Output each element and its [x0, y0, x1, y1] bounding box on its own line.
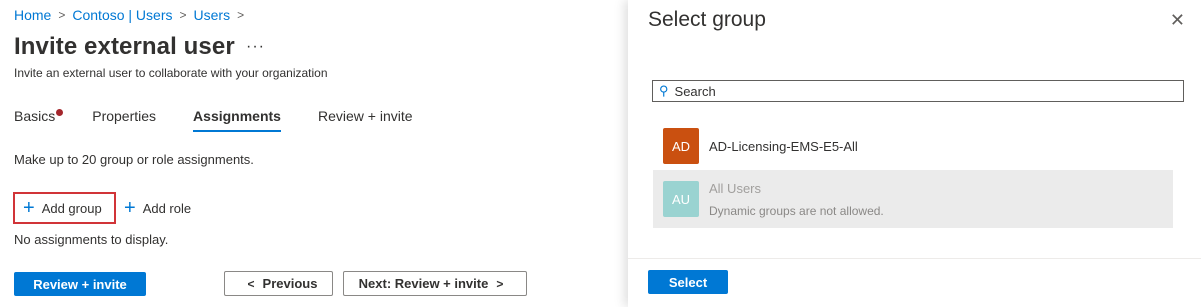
tab-basics[interactable]: Basics — [14, 108, 64, 132]
search-input[interactable]: ⚲ Search — [652, 80, 1184, 102]
chevron-left-icon: < — [247, 276, 255, 291]
plus-icon: + — [124, 197, 136, 219]
breadcrumb-contoso-users[interactable]: Contoso | Users — [72, 7, 172, 23]
tab-assignments-label: Assignments — [193, 108, 281, 124]
page-title: Invite external user — [14, 33, 235, 60]
select-group-panel: Select group ✕ ⚲ Search AD AD-Licensing-… — [628, 0, 1201, 307]
chevron-right-icon: > — [179, 8, 187, 22]
tab-review-invite[interactable]: Review + invite — [318, 108, 413, 132]
breadcrumb: Home > Contoso | Users > Users > — [14, 7, 251, 23]
avatar: AD — [663, 128, 699, 164]
group-row-all-users: AU All Users Dynamic groups are not allo… — [653, 170, 1173, 228]
invite-page: Home > Contoso | Users > Users > Invite … — [0, 0, 628, 307]
more-options-button[interactable]: ··· — [246, 38, 265, 56]
close-icon[interactable]: ✕ — [1170, 10, 1185, 31]
add-role-button[interactable]: + Add role — [124, 192, 191, 224]
group-name: AD-Licensing-EMS-E5-All — [709, 138, 858, 154]
search-placeholder: Search — [674, 83, 716, 99]
previous-label: Previous — [262, 276, 318, 291]
tab-review-invite-label: Review + invite — [317, 108, 413, 124]
error-dot-icon — [56, 109, 64, 116]
avatar: AU — [663, 181, 699, 217]
add-role-label: Add role — [142, 200, 192, 216]
select-button[interactable]: Select — [648, 270, 728, 294]
tab-assignments[interactable]: Assignments — [193, 108, 281, 132]
chevron-right-icon: > — [237, 8, 245, 22]
tab-properties[interactable]: Properties — [92, 108, 156, 132]
add-group-label: Add group — [41, 200, 102, 216]
chevron-right-icon: > — [58, 8, 66, 22]
page-subtitle: Invite an external user to collaborate w… — [14, 66, 328, 80]
select-label: Select — [668, 274, 708, 290]
tab-properties-label: Properties — [92, 108, 157, 124]
previous-button[interactable]: < Previous — [224, 271, 333, 296]
group-row-ad-licensing[interactable]: AD AD-Licensing-EMS-E5-All — [653, 124, 1173, 168]
review-invite-button[interactable]: Review + invite — [14, 272, 146, 296]
wizard-tabs: Basics Properties Assignments Review + i… — [14, 108, 450, 132]
next-review-invite-button[interactable]: Next: Review + invite > — [343, 271, 527, 296]
empty-assignments-text: No assignments to display. — [14, 232, 169, 247]
tab-basics-label: Basics — [14, 108, 56, 124]
review-invite-label: Review + invite — [33, 276, 127, 292]
panel-title: Select group — [648, 8, 766, 31]
group-name: All Users — [709, 180, 762, 196]
assignments-info: Make up to 20 group or role assignments. — [14, 152, 254, 167]
breadcrumb-users[interactable]: Users — [194, 7, 231, 23]
plus-icon: + — [23, 197, 35, 219]
next-label: Next: Review + invite — [358, 276, 489, 291]
chevron-right-icon: > — [496, 276, 504, 291]
group-disabled-reason: Dynamic groups are not allowed. — [709, 203, 884, 218]
add-group-button[interactable]: + Add group — [13, 192, 116, 224]
panel-divider — [628, 258, 1201, 259]
breadcrumb-home[interactable]: Home — [14, 7, 51, 23]
search-icon: ⚲ — [659, 83, 669, 98]
